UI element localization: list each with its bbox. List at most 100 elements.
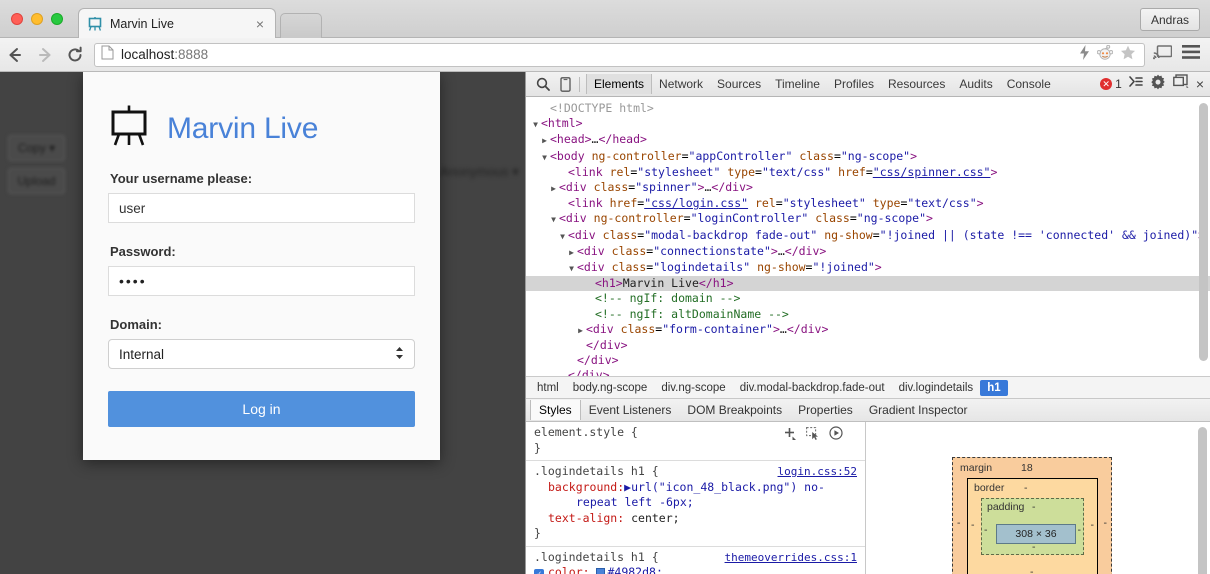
dom-node-line[interactable]: <link href="css/login.css" rel="styleshe… xyxy=(526,196,1210,211)
lightning-bolt-icon[interactable] xyxy=(1079,45,1090,65)
checkbox-icon[interactable]: ✓ xyxy=(534,569,544,574)
star-icon[interactable] xyxy=(1120,45,1136,65)
margin-right-value[interactable]: - xyxy=(1104,517,1108,529)
address-bar[interactable]: localhost:8888 xyxy=(94,43,1145,67)
color-swatch[interactable] xyxy=(596,568,605,574)
element-style-rule[interactable]: element.style { } xyxy=(526,422,865,461)
dom-node-line[interactable]: </div> xyxy=(526,338,1210,353)
close-icon[interactable]: × xyxy=(253,17,267,31)
metrics-scrollbar[interactable] xyxy=(1198,427,1207,574)
twisty-collapsed-icon[interactable]: ▶ xyxy=(575,323,586,338)
browser-tab[interactable]: Marvin Live × xyxy=(78,8,276,38)
breadcrumb-html[interactable]: html xyxy=(530,380,566,396)
subtab-styles[interactable]: Styles xyxy=(530,400,581,420)
twisty-expanded-icon[interactable]: ▼ xyxy=(530,117,541,132)
border-top-value[interactable]: - xyxy=(1024,482,1028,494)
padding-top-value[interactable]: - xyxy=(1032,501,1036,513)
dom-node-line[interactable]: <!-- ngIf: domain --> xyxy=(526,291,1210,306)
profile-button[interactable]: Andras xyxy=(1140,8,1200,31)
dom-node-line[interactable]: ▶<div class="form-container">…</div> xyxy=(526,322,1210,338)
box-model-pane[interactable]: margin 18 - - 0 border - - - - padding - xyxy=(866,422,1210,574)
box-model-content[interactable]: 308 × 36 xyxy=(996,524,1076,544)
tab-profiles[interactable]: Profiles xyxy=(827,74,881,94)
domain-select[interactable]: Internal xyxy=(108,339,415,369)
tab-timeline[interactable]: Timeline xyxy=(768,74,827,94)
declaration-background[interactable]: background:▶url("icon_48_black.png") no- xyxy=(534,480,857,496)
dock-side-icon[interactable] xyxy=(1173,74,1189,94)
twisty-expanded-icon[interactable]: ▼ xyxy=(539,150,550,165)
new-tab-button[interactable] xyxy=(280,13,322,38)
console-drawer-icon[interactable] xyxy=(1129,75,1143,93)
box-model-border[interactable]: border - - - - padding - - - - 308 × 36 xyxy=(967,478,1098,574)
box-model-margin[interactable]: margin 18 - - 0 border - - - - padding - xyxy=(952,457,1112,574)
box-model-padding[interactable]: padding - - - - 308 × 36 xyxy=(981,498,1084,555)
rule-source-link[interactable]: login.css:52 xyxy=(778,464,857,480)
twisty-expanded-icon[interactable]: ▼ xyxy=(548,212,559,227)
device-toggle-icon[interactable] xyxy=(554,77,576,92)
style-rule-themeoverrides-css[interactable]: .logindetails h1 { themeoverrides.css:1 … xyxy=(526,547,865,574)
reddit-alien-icon[interactable] xyxy=(1097,45,1113,65)
breadcrumb-body[interactable]: body.ng-scope xyxy=(566,380,655,396)
dom-node-line[interactable]: ▼<html> xyxy=(526,116,1210,132)
dom-node-line[interactable]: ▼<div ng-controller="loginController" cl… xyxy=(526,211,1210,227)
margin-top-value[interactable]: 18 xyxy=(1021,462,1033,474)
breadcrumb-div-logindetails[interactable]: div.logindetails xyxy=(892,380,981,396)
border-bottom-value[interactable]: - xyxy=(1030,566,1034,574)
twisty-collapsed-icon[interactable]: ▶ xyxy=(539,133,550,148)
maximize-window-button[interactable] xyxy=(51,13,63,25)
border-right-value[interactable]: - xyxy=(1091,519,1095,531)
menu-hamburger-icon[interactable] xyxy=(1182,45,1200,64)
close-icon[interactable]: × xyxy=(1196,76,1204,92)
dom-node-line[interactable]: ▶<div class="spinner">…</div> xyxy=(526,180,1210,196)
dom-node-line[interactable]: <!-- ngIf: altDomainName --> xyxy=(526,307,1210,322)
password-input[interactable]: •••• xyxy=(108,266,415,296)
dom-node-line[interactable]: ▼<div class="modal-backdrop fade-out" ng… xyxy=(526,228,1210,244)
dom-node-line[interactable]: <h1>Marvin Live</h1> xyxy=(526,276,1210,291)
settings-gear-icon[interactable] xyxy=(1150,74,1166,95)
border-left-value[interactable]: - xyxy=(971,519,975,531)
dom-node-line[interactable]: <!DOCTYPE html> xyxy=(526,101,1210,116)
twisty-collapsed-icon[interactable]: ▶ xyxy=(566,245,577,260)
minimize-window-button[interactable] xyxy=(31,13,43,25)
play-icon[interactable] xyxy=(829,426,843,445)
padding-right-value[interactable]: - xyxy=(1078,524,1082,536)
twisty-collapsed-icon[interactable]: ▶ xyxy=(548,181,559,196)
rule-source-link[interactable]: themeoverrides.css:1 xyxy=(725,550,857,566)
tab-elements[interactable]: Elements xyxy=(586,74,652,94)
error-badge[interactable]: ✕ 1 xyxy=(1100,77,1122,91)
dom-node-line[interactable]: ▼<div class="logindetails" ng-show="!joi… xyxy=(526,260,1210,276)
dom-node-line[interactable]: <link rel="stylesheet" type="text/css" h… xyxy=(526,165,1210,180)
padding-left-value[interactable]: - xyxy=(984,524,988,536)
breadcrumb-div-ngscope[interactable]: div.ng-scope xyxy=(654,380,732,396)
dom-node-line[interactable]: ▶<head>…</head> xyxy=(526,132,1210,148)
reload-icon[interactable] xyxy=(60,38,90,72)
styles-pane[interactable]: element.style { } xyxy=(526,422,866,574)
subtab-properties[interactable]: Properties xyxy=(790,400,861,420)
breadcrumb-div-modal-backdrop[interactable]: div.modal-backdrop.fade-out xyxy=(733,380,892,396)
dom-node-line[interactable]: </div> xyxy=(526,368,1210,377)
dom-node-line[interactable]: ▼<body ng-controller="appController" cla… xyxy=(526,149,1210,165)
declaration-color[interactable]: ✓color: #4982d8; xyxy=(534,565,857,574)
dom-node-line[interactable]: </div> xyxy=(526,353,1210,368)
cast-icon[interactable] xyxy=(1153,44,1172,65)
subtab-gradient-inspector[interactable]: Gradient Inspector xyxy=(861,400,976,420)
tab-audits[interactable]: Audits xyxy=(952,74,999,94)
back-arrow-icon[interactable] xyxy=(0,38,30,72)
dom-tree[interactable]: <!DOCTYPE html>▼<html>▶<head>…</head>▼<b… xyxy=(526,97,1210,377)
style-rule-login-css[interactable]: .logindetails h1 { login.css:52 backgrou… xyxy=(526,461,865,547)
twisty-expanded-icon[interactable]: ▼ xyxy=(557,229,568,244)
margin-left-value[interactable]: - xyxy=(957,517,961,529)
username-input[interactable]: user xyxy=(108,193,415,223)
breadcrumb-h1[interactable]: h1 xyxy=(980,380,1007,396)
tab-resources[interactable]: Resources xyxy=(881,74,952,94)
subtab-event-listeners[interactable]: Event Listeners xyxy=(581,400,680,420)
dom-node-line[interactable]: ▶<div class="connectionstate">…</div> xyxy=(526,244,1210,260)
declaration-text-align[interactable]: text-align: center; xyxy=(534,511,857,527)
tab-sources[interactable]: Sources xyxy=(710,74,768,94)
login-button[interactable]: Log in xyxy=(108,391,415,427)
tab-network[interactable]: Network xyxy=(652,74,710,94)
dom-scrollbar[interactable] xyxy=(1199,103,1208,361)
close-window-button[interactable] xyxy=(11,13,23,25)
subtab-dom-breakpoints[interactable]: DOM Breakpoints xyxy=(679,400,790,420)
twisty-expanded-icon[interactable]: ▼ xyxy=(566,261,577,276)
